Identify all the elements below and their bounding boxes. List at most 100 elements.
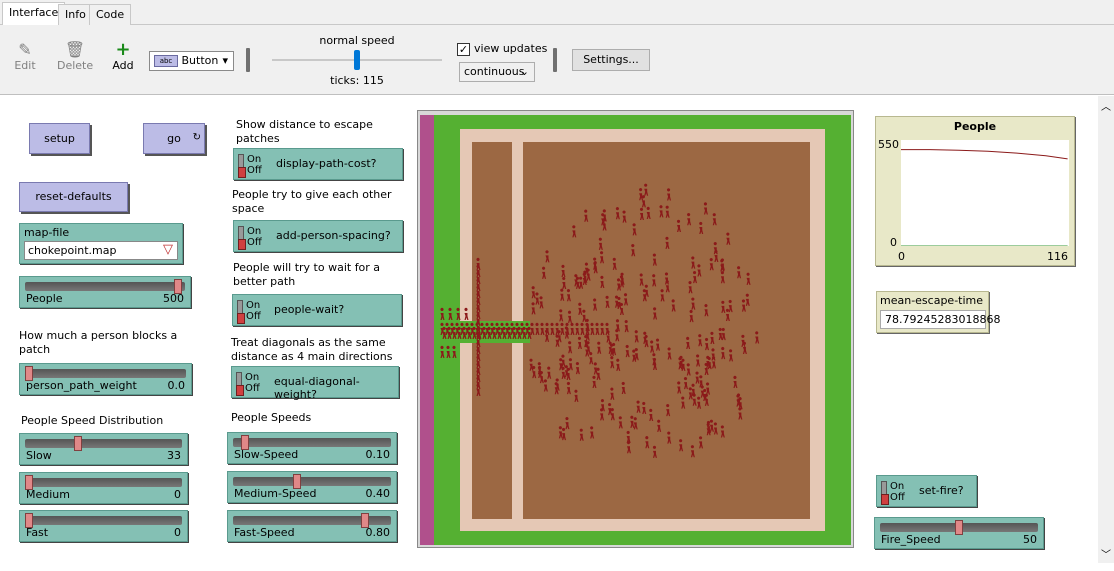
slider-label: Slow-Speed (234, 448, 299, 461)
slider-value: 0.0 (167, 379, 186, 392)
edit-label: Edit (14, 59, 36, 72)
map-file-chooser[interactable]: map-file chokepoint.map ▽ (19, 223, 183, 264)
people-speeds-note: People Speeds (231, 411, 312, 424)
slider-track (233, 438, 391, 447)
separator (246, 48, 250, 72)
people-wait-switch[interactable]: On Off people-wait? (232, 294, 402, 326)
reset-defaults-button[interactable]: reset-defaults (19, 182, 128, 212)
medium-speed-slider[interactable]: Medium-Speed 0.40 (227, 471, 397, 503)
vertical-scrollbar[interactable]: ︿ ﹀ (1098, 96, 1114, 563)
toggle[interactable]: On Off (880, 479, 906, 505)
view-updates-checkbox[interactable]: ✓ (457, 43, 470, 56)
tab-bar: Interface Info Code (0, 0, 1114, 25)
on-label: On (247, 154, 262, 165)
plot-series-line (901, 149, 1068, 160)
setup-button[interactable]: setup (29, 123, 90, 154)
chooser-value[interactable]: chokepoint.map ▽ (24, 241, 178, 260)
exit-wall (420, 115, 434, 545)
pencil-icon: ✎ (18, 40, 32, 59)
add-button[interactable]: + Add (110, 39, 136, 73)
toggle[interactable]: On Off (237, 224, 263, 250)
chooser-value-text: chokepoint.map (28, 244, 117, 257)
slider-label: Fast (26, 526, 49, 539)
tab-info[interactable]: Info (58, 4, 93, 25)
on-label: On (245, 372, 260, 383)
toggle-knob (238, 226, 246, 250)
spacing-note: People try to give each other space (232, 188, 392, 215)
tab-interface[interactable]: Interface (2, 2, 66, 25)
monitor-label: mean-escape-time (880, 294, 984, 307)
speed-slider[interactable] (354, 50, 360, 70)
toggle-knob (238, 154, 246, 178)
delete-button[interactable]: 🗑 Delete (57, 40, 94, 73)
edit-button[interactable]: ✎ Edit (12, 40, 38, 73)
go-button[interactable]: go ↻ (143, 123, 205, 154)
go-label: go (167, 132, 181, 145)
delete-label: Delete (57, 59, 94, 72)
toggle-knob (881, 481, 889, 505)
slider-track (25, 282, 185, 291)
person-block-note: How much a person blocks a patch (19, 329, 178, 356)
switch-label: people-wait? (274, 303, 345, 316)
update-mode-dropdown[interactable]: continuous ⌄ (459, 62, 535, 82)
world-canvas (420, 115, 851, 545)
slider-thumb[interactable] (74, 436, 83, 451)
slider-value: 0 (174, 526, 181, 539)
separator (553, 48, 557, 72)
toggle[interactable]: On Off (235, 370, 261, 396)
speed-distribution-note: People Speed Distribution (21, 414, 164, 427)
plot-y-max: 550 (878, 138, 899, 151)
equal-diagonal-weight-switch[interactable]: On Off equal-diagonal-weight? (231, 366, 399, 401)
chevron-up-icon[interactable]: ︿ (1101, 98, 1111, 113)
people-slider[interactable]: People 500 (19, 276, 191, 308)
widget-type-value: Button (181, 54, 219, 67)
slider-value: 50 (1023, 533, 1037, 546)
slider-track (25, 478, 182, 487)
switch-label: add-person-spacing? (276, 229, 391, 242)
slow-slider[interactable]: Slow 33 (19, 433, 188, 465)
tab-code[interactable]: Code (89, 4, 132, 25)
slider-thumb[interactable] (955, 520, 963, 535)
slider-label: Medium-Speed (234, 487, 317, 500)
off-label: Off (246, 311, 261, 322)
person-path-weight-slider[interactable]: person_path_weight 0.0 (19, 363, 192, 395)
widget-type-dropdown[interactable]: abc Button ▾ (149, 51, 234, 71)
off-label: Off (890, 492, 905, 503)
slider-label: Slow (26, 449, 52, 462)
fast-slider[interactable]: Fast 0 (19, 510, 188, 542)
toggle[interactable]: On Off (237, 152, 263, 178)
slider-value: 0.80 (365, 526, 391, 539)
fire-speed-slider[interactable]: Fire_Speed 50 (874, 517, 1044, 549)
display-path-cost-switch[interactable]: On Off display-path-cost? (233, 148, 403, 180)
toolbar: ✎ Edit 🗑 Delete + Add abc Button ▾ norma… (0, 25, 1114, 95)
wait-note: People will try to wait for a better pat… (233, 261, 381, 288)
chevron-down-icon: ⌄ (519, 65, 529, 78)
slider-track (25, 516, 182, 525)
fast-speed-slider[interactable]: Fast-Speed 0.80 (227, 510, 397, 542)
plot-x-max: 116 (1047, 250, 1068, 263)
plot-title: People (953, 120, 997, 133)
interface-panel: setup go ↻ reset-defaults map-file choke… (0, 96, 1114, 571)
toggle[interactable]: On Off (236, 298, 262, 324)
chooser-label: map-file (24, 226, 70, 239)
add-person-spacing-switch[interactable]: On Off add-person-spacing? (233, 220, 403, 252)
slider-value: 500 (163, 292, 184, 305)
mean-escape-time-monitor: mean-escape-time 78.79245283018868 (876, 291, 1000, 333)
plot-x-min: 0 (898, 250, 905, 263)
medium-slider[interactable]: Medium 0 (19, 472, 188, 504)
world-view[interactable] (417, 110, 854, 548)
slider-value: 0.40 (365, 487, 391, 500)
slider-track (25, 439, 182, 448)
add-label: Add (112, 59, 134, 72)
chevron-down-icon: ▾ (222, 54, 228, 67)
plus-icon: + (115, 39, 131, 60)
set-fire-switch[interactable]: On Off set-fire? (876, 475, 977, 507)
chevron-down-icon[interactable]: ﹀ (1101, 546, 1111, 561)
people-plot[interactable]: People 550 0 0 116 (875, 116, 1075, 266)
settings-button[interactable]: Settings... (572, 49, 650, 71)
slider-track (233, 477, 391, 486)
slow-speed-slider[interactable]: Slow-Speed 0.10 (227, 432, 397, 464)
monitor-value: 78.79245283018868 (880, 310, 1000, 329)
on-label: On (247, 226, 262, 237)
trash-icon: 🗑 (64, 40, 86, 59)
